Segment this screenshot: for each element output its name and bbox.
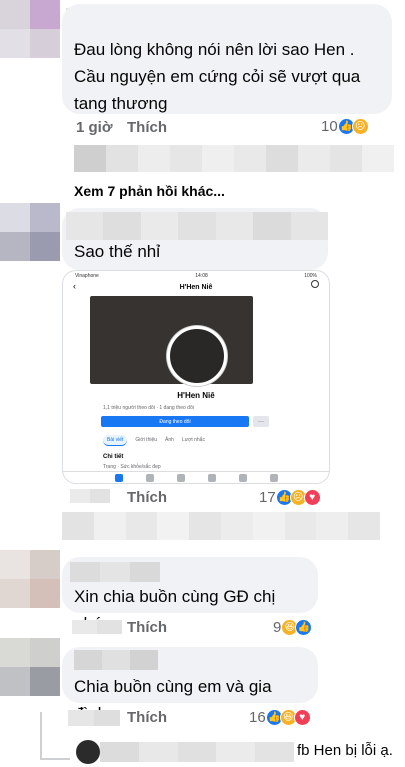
tab-photos: Ảnh [165, 437, 174, 443]
comment-time-blurred [70, 489, 110, 503]
commenter-name[interactable] [100, 742, 294, 762]
details-title: Chi tiết [103, 454, 124, 460]
blurred-reply [74, 145, 394, 172]
profile-name: H'Hen Niê [177, 391, 215, 400]
avatar[interactable] [0, 0, 60, 58]
marketplace-icon [176, 473, 185, 482]
commenter-name[interactable] [74, 650, 158, 670]
like-icon: 👍 [295, 618, 313, 636]
comment-time[interactable]: 1 giờ [76, 119, 113, 136]
tab-posts: Bài viết [103, 435, 128, 446]
phone-nav-bar [63, 471, 329, 483]
thread-connector [40, 712, 42, 760]
like-button[interactable]: Thích [127, 709, 167, 726]
like-button[interactable]: Thích [127, 619, 167, 636]
notifications-icon [238, 473, 247, 482]
following-button: Đang theo dõi [101, 416, 249, 427]
comment-text: Sao thế nhỉ [74, 242, 161, 261]
comment-time-blurred [68, 710, 120, 726]
profile-stats: 1,1 triệu người theo dõi · 1 đang theo d… [103, 405, 194, 411]
comment-text: Đau lòng không nói nên lời sao Hen . Cầu… [74, 40, 361, 113]
reaction-summary[interactable]: 10 👍 ☹ [321, 116, 369, 136]
comment-time-blurred [72, 620, 122, 634]
more-options-button: ··· [253, 416, 269, 427]
profile-tabs: Bài viết Giới thiệu Ảnh Lượt nhắc [103, 435, 205, 446]
reaction-count: 10 [321, 117, 338, 135]
avatar[interactable] [0, 550, 60, 608]
commenter-name[interactable] [70, 562, 160, 582]
avatar[interactable] [0, 203, 60, 261]
love-icon: ♥ [303, 488, 321, 506]
avatar[interactable] [0, 638, 60, 696]
reaction-count: 17 [259, 488, 276, 506]
tab-about: Giới thiệu [135, 437, 158, 443]
home-icon [114, 473, 123, 482]
profile-picture [167, 326, 227, 386]
commenter-name[interactable] [66, 212, 328, 240]
menu-icon [269, 473, 278, 482]
attached-photo[interactable]: Vinaphone 14:08 100% ‹ H'Hen Niê H'Hen N… [62, 270, 330, 484]
reaction-count: 9 [273, 618, 282, 636]
thread-connector [40, 758, 70, 760]
reaction-summary[interactable]: 16 👍 😆 ♥ [249, 707, 311, 727]
like-button[interactable]: Thích [127, 489, 167, 506]
comment-bubble: Đau lòng không nói nên lời sao Hen . Cầu… [62, 4, 392, 114]
details-line: Trang · Sức khỏe/sắc đẹp [103, 464, 161, 470]
avatar[interactable] [76, 740, 100, 764]
more-replies-link[interactable]: Xem 7 phản hồi khác... [74, 183, 225, 199]
store-icon [207, 473, 216, 482]
blurred-reply [62, 512, 380, 540]
love-icon: ♥ [293, 708, 311, 726]
like-button[interactable]: Thích [127, 119, 167, 136]
tab-mentions: Lượt nhắc [181, 437, 205, 443]
sad-icon: ☹ [351, 117, 369, 135]
reaction-summary[interactable]: 9 😆 👍 [273, 617, 313, 637]
reaction-count: 16 [249, 708, 266, 726]
profile-header-title: H'Hen Niê [179, 283, 213, 291]
watch-icon [145, 473, 154, 482]
reaction-summary[interactable]: 17 👍 ☹ ♥ [259, 487, 321, 507]
search-icon [311, 280, 319, 288]
comment-text: fb Hen bị lỗi ạ. [297, 742, 393, 759]
